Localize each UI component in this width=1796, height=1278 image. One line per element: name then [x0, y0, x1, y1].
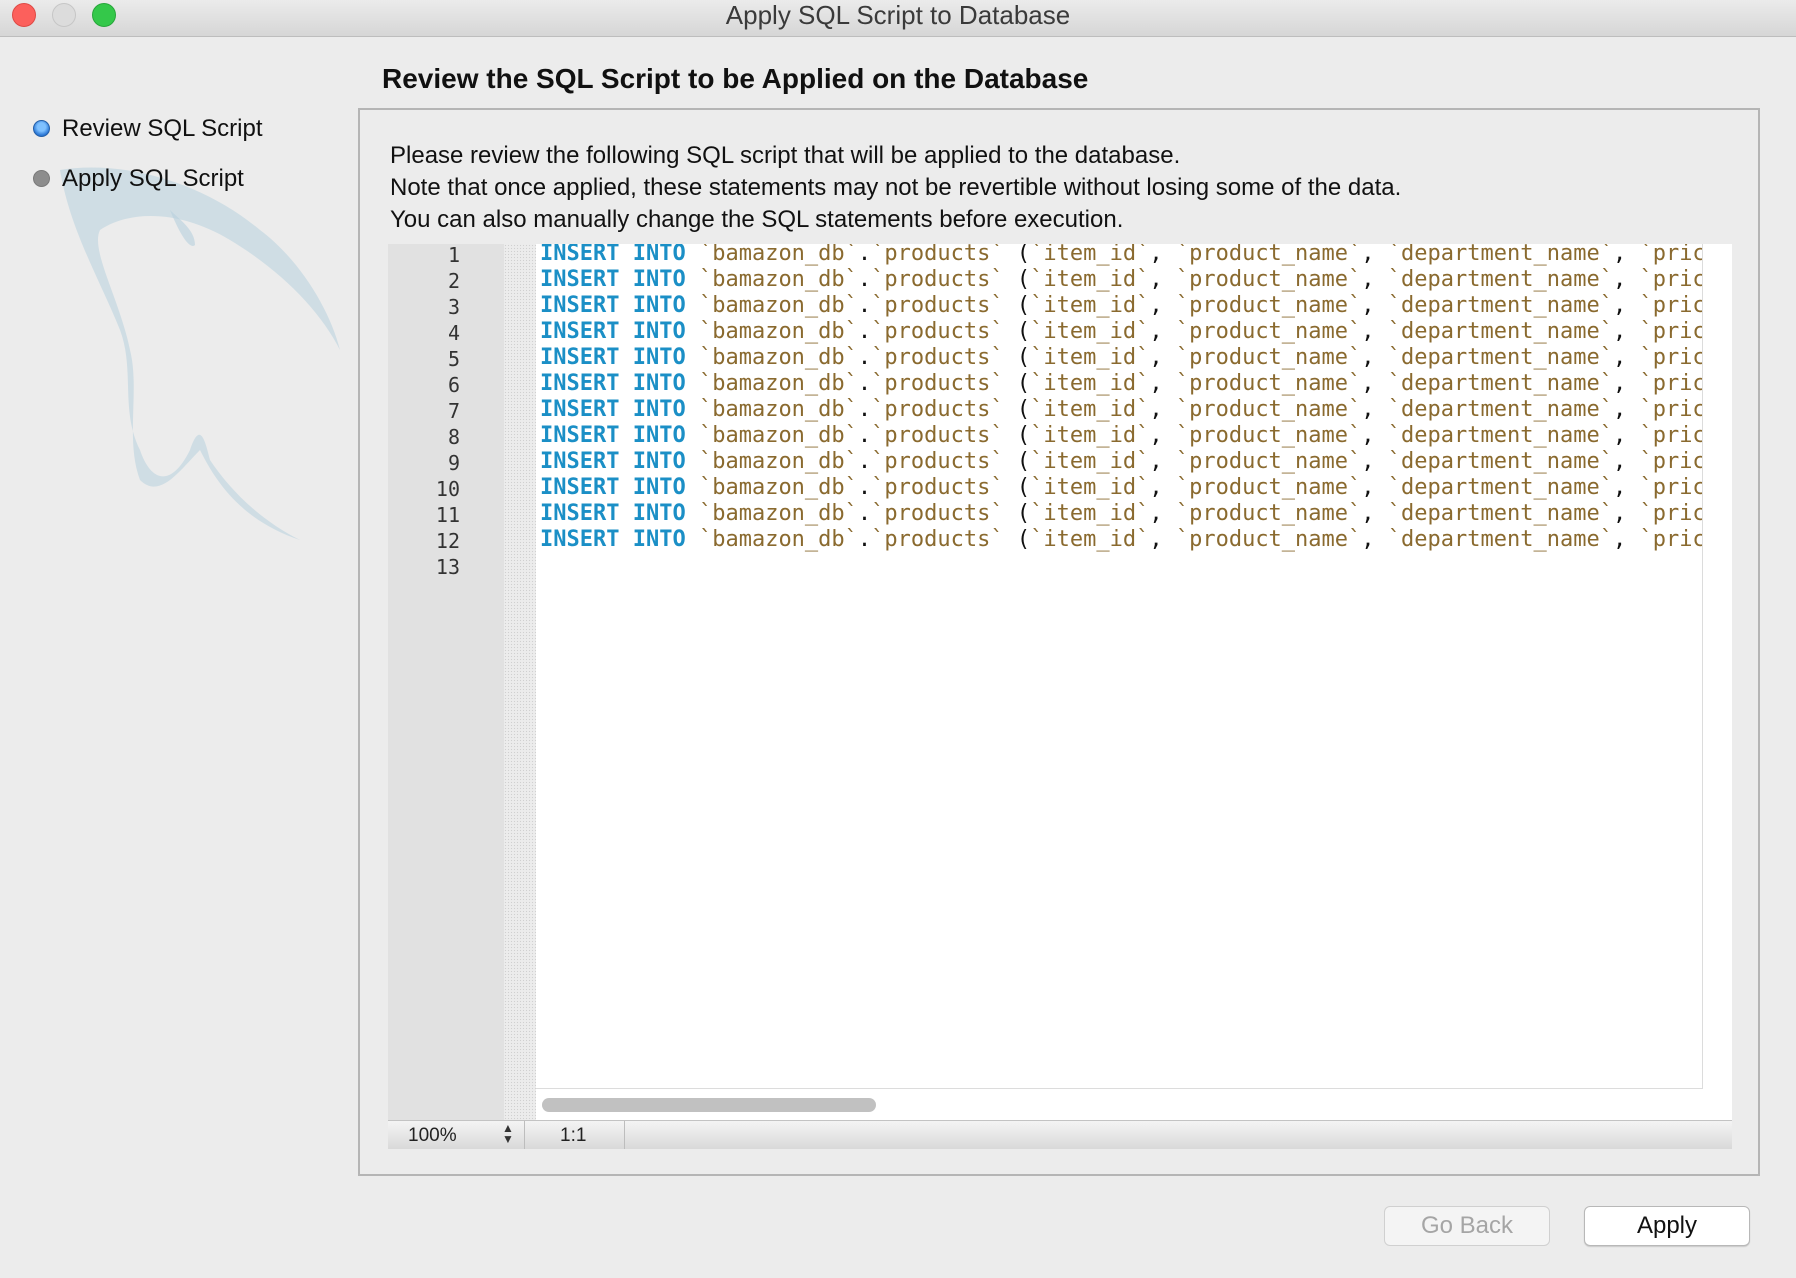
active-step-indicator-icon [33, 120, 50, 137]
horizontal-scrollbar[interactable] [536, 1090, 1732, 1120]
code-line: INSERT INTO `bamazon_db`.`products` (`it… [540, 423, 1703, 448]
line-number: 7 [447, 399, 460, 423]
line-number: 2 [447, 269, 460, 293]
page-title: Review the SQL Script to be Applied on t… [382, 63, 1089, 94]
code-line: INSERT INTO `bamazon_db`.`products` (`it… [540, 319, 1703, 344]
fold-margin [504, 244, 536, 1120]
step-label: Apply SQL Script [62, 165, 244, 192]
line-number: 8 [447, 425, 460, 449]
code-line: INSERT INTO `bamazon_db`.`products` (`it… [540, 449, 1703, 474]
zoom-level: 100% [408, 1125, 457, 1146]
code-line: INSERT INTO `bamazon_db`.`products` (`it… [540, 267, 1703, 292]
mysql-dolphin-watermark-icon [60, 167, 340, 540]
dialog-window: Apply SQL Script to Database Review SQL … [0, 0, 1796, 1278]
description-line: Please review the following SQL script t… [390, 142, 1181, 169]
pending-step-indicator-icon [33, 170, 50, 187]
zoom-stepper-icon[interactable]: ▲ ▼ [500, 1122, 516, 1147]
description: Please review the following SQL script t… [390, 140, 1401, 236]
line-number-gutter: 1 2 3 4 5 6 7 8 9 10 11 12 13 [388, 243, 504, 1120]
cursor-position-value: 1:1 [560, 1125, 587, 1146]
sql-editor[interactable]: 1 2 3 4 5 6 7 8 9 10 11 12 13 INSERT INTO `bamazon_d… [388, 243, 1732, 1120]
line-number: 11 [435, 503, 460, 527]
step-label: Review SQL Script [62, 115, 263, 142]
line-number: 9 [447, 451, 460, 475]
apply-button[interactable]: Apply [1584, 1206, 1750, 1246]
zoom-control[interactable]: 100% ▲ ▼ [388, 1121, 525, 1149]
line-number: 1 [447, 243, 460, 267]
line-number: 6 [447, 373, 460, 397]
code-line: INSERT INTO `bamazon_db`.`products` (`it… [540, 397, 1703, 422]
editor-status-bar: 100% ▲ ▼ 1:1 [388, 1120, 1732, 1149]
code-line: INSERT INTO `bamazon_db`.`products` (`it… [540, 293, 1703, 318]
line-number: 5 [447, 347, 460, 371]
cursor-position: 1:1 [524, 1121, 625, 1149]
code-line: INSERT INTO `bamazon_db`.`products` (`it… [540, 475, 1703, 500]
code-line: INSERT INTO `bamazon_db`.`products` (`it… [540, 527, 1703, 552]
title-bar: Apply SQL Script to Database [0, 0, 1796, 37]
code-line: INSERT INTO `bamazon_db`.`products` (`it… [540, 501, 1703, 526]
description-line: Note that once applied, these statements… [390, 174, 1402, 201]
code-area[interactable]: INSERT INTO `bamazon_db`.`products` (`it… [536, 244, 1703, 1089]
line-number: 13 [435, 555, 460, 579]
scrollbar-thumb[interactable] [542, 1098, 876, 1112]
line-number: 12 [435, 529, 460, 553]
go-back-button[interactable]: Go Back [1384, 1206, 1550, 1246]
code-line: INSERT INTO `bamazon_db`.`products` (`it… [540, 371, 1703, 396]
line-number: 4 [447, 321, 460, 345]
code-line: INSERT INTO `bamazon_db`.`products` (`it… [540, 244, 1703, 266]
description-line: You can also manually change the SQL sta… [390, 206, 1124, 233]
line-number: 10 [435, 477, 460, 501]
code-line: INSERT INTO `bamazon_db`.`products` (`it… [540, 345, 1703, 370]
window-title: Apply SQL Script to Database [725, 0, 1071, 30]
line-number: 3 [447, 295, 460, 319]
